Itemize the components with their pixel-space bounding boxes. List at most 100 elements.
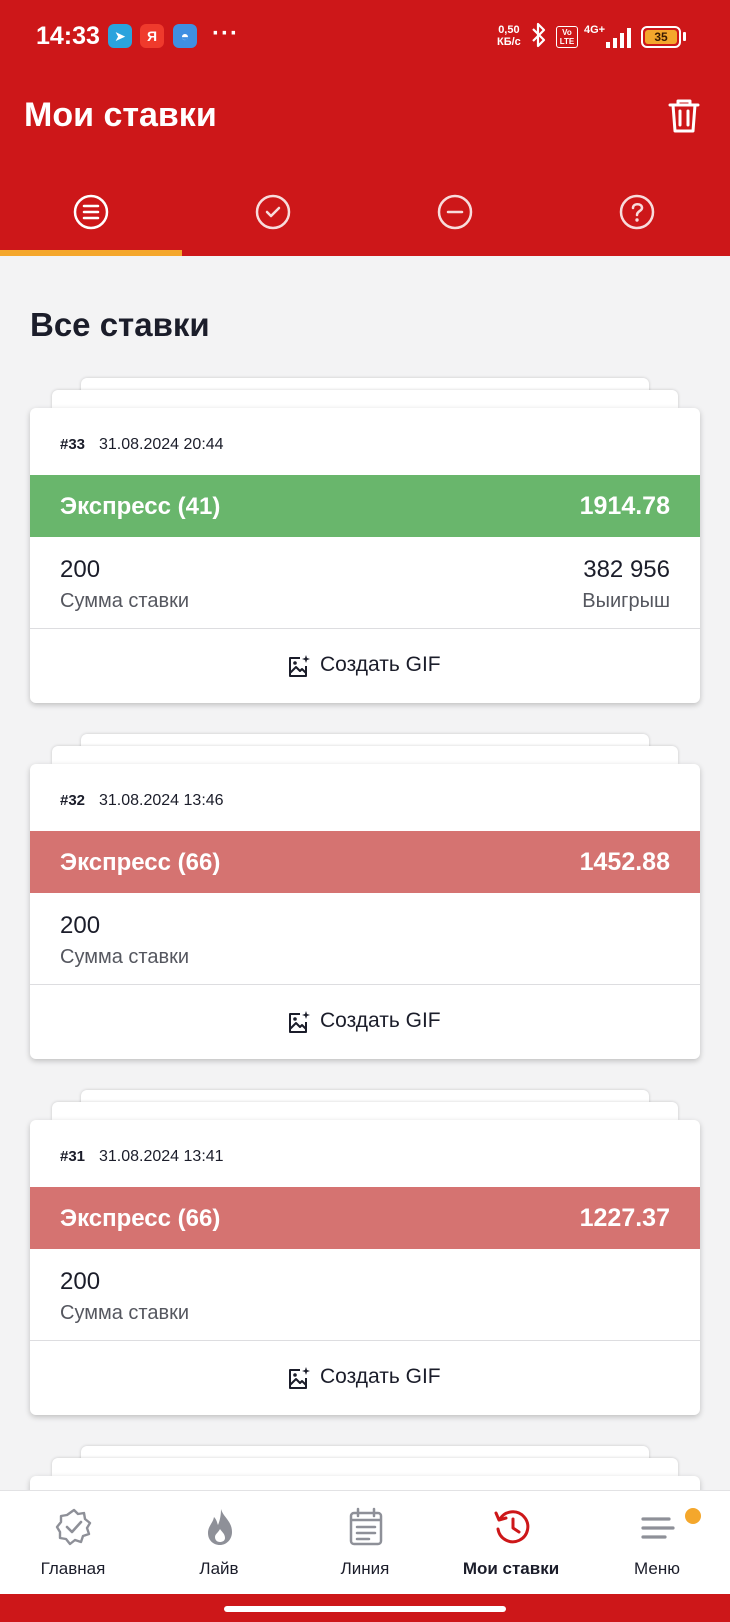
stake-value: 200 — [60, 1268, 101, 1295]
stake-value: 200 — [60, 556, 101, 583]
home-gesture-bar[interactable] — [224, 1606, 506, 1612]
minus-circle-icon — [437, 194, 473, 230]
status-time: 14:33 — [36, 22, 100, 50]
bet-result-band: Экспресс (66) 1452.88 — [30, 831, 700, 893]
flame-icon — [208, 1509, 232, 1545]
nav-label: Лайв — [199, 1559, 239, 1578]
bet-type: Экспресс (66) — [60, 1205, 221, 1232]
stake-label: Сумма ставки — [60, 946, 190, 968]
bet-type: Экспресс (66) — [60, 849, 221, 876]
bet-odds: 1452.88 — [579, 848, 670, 876]
bet-card-32: #32 31.08.2024 13:46 Экспресс (66) 1452.… — [30, 734, 700, 1064]
create-gif-label: Создать GIF — [320, 1365, 441, 1388]
yandex-icon: Я — [140, 24, 164, 48]
nav-menu[interactable]: Меню — [584, 1491, 730, 1595]
bet-type: Экспресс (41) — [60, 493, 221, 520]
bet-result-band: Экспресс (41) 1914.78 — [30, 475, 700, 537]
list-circle-icon — [73, 194, 109, 230]
bet-odds: 1914.78 — [579, 492, 670, 520]
app-header: 14:33 ➤ Я ◓ ··· 0,50 КБ/с Vo LTE 4G+ 35 … — [0, 0, 730, 256]
gif-sparkle-icon — [289, 1367, 310, 1389]
stake-label: Сумма ставки — [60, 590, 190, 612]
bet-card-partial — [30, 1446, 700, 1516]
browser-icon: ◓ — [173, 24, 197, 48]
bet-card[interactable]: #32 31.08.2024 13:46 Экспресс (66) 1452.… — [30, 764, 700, 1059]
card-stack-layer — [52, 390, 678, 408]
nav-label: Мои ставки — [462, 1559, 560, 1578]
network-type: 4G+ — [584, 24, 606, 36]
stake-label: Сумма ставки — [60, 1302, 190, 1324]
create-gif-button[interactable]: Создать GIF — [30, 985, 700, 1059]
bet-filter-tabs — [0, 185, 730, 256]
nav-my-bets[interactable]: Мои ставки — [438, 1491, 584, 1595]
bet-id: #32 — [60, 792, 86, 809]
telegram-icon: ➤ — [108, 24, 132, 48]
volte-icon: Vo LTE — [556, 26, 578, 48]
battery-level: 35 — [645, 30, 677, 44]
gif-sparkle-icon — [289, 1011, 310, 1033]
signal-icon — [606, 28, 631, 48]
menu-notification-badge — [685, 1508, 701, 1524]
bet-card[interactable]: #33 31.08.2024 20:44 Экспресс (41) 1914.… — [30, 408, 700, 703]
bet-date: 31.08.2024 13:46 — [99, 792, 224, 809]
more-notifications-icon: ··· — [212, 20, 239, 47]
card-stack-layer — [52, 1458, 678, 1476]
bet-card-header: #33 31.08.2024 20:44 — [30, 408, 700, 475]
check-circle-icon — [255, 194, 291, 230]
home-badge-icon — [55, 1508, 92, 1546]
create-gif-button[interactable]: Создать GIF — [30, 1341, 700, 1415]
calendar-icon — [349, 1507, 383, 1546]
battery-tip — [683, 32, 686, 41]
bet-card-33: #33 31.08.2024 20:44 Экспресс (41) 1914.… — [30, 378, 700, 708]
volte-bottom: LTE — [559, 37, 575, 46]
bet-date: 31.08.2024 20:44 — [99, 436, 224, 453]
bet-id: #31 — [60, 1148, 86, 1165]
net-speed-value: 0,50 — [498, 24, 520, 36]
trash-icon[interactable] — [664, 96, 704, 136]
bet-card-header: #31 31.08.2024 13:41 — [30, 1120, 700, 1187]
volte-top: Vo — [562, 28, 572, 37]
bet-result-band: Экспресс (66) 1227.37 — [30, 1187, 700, 1249]
page-title: Мои ставки — [24, 96, 217, 134]
card-stack-layer — [52, 1102, 678, 1120]
nav-live[interactable]: Лайв — [146, 1491, 292, 1595]
bet-card[interactable]: #31 31.08.2024 13:41 Экспресс (66) 1227.… — [30, 1120, 700, 1415]
bet-amounts: 200 Сумма ставки 382 956 Выигрыш — [30, 537, 700, 629]
bet-card-header: #32 31.08.2024 13:46 — [30, 764, 700, 831]
bet-date: 31.08.2024 13:41 — [99, 1148, 224, 1165]
bet-id: #33 — [60, 436, 86, 453]
section-title: Все ставки — [30, 306, 210, 343]
nav-label: Главная — [40, 1559, 106, 1578]
bottom-navigation: Главная Лайв Линия Мои ставки Меню — [0, 1490, 730, 1594]
tab-won-bets[interactable] — [182, 185, 364, 256]
bet-card-31: #31 31.08.2024 13:41 Экспресс (66) 1227.… — [30, 1090, 700, 1420]
payout-label: Выигрыш — [582, 590, 670, 612]
create-gif-label: Создать GIF — [320, 653, 441, 676]
active-tab-indicator — [0, 250, 182, 256]
tab-lost-bets[interactable] — [364, 185, 546, 256]
nav-home[interactable]: Главная — [0, 1491, 146, 1595]
create-gif-label: Создать GIF — [320, 1009, 441, 1032]
net-speed: 0,50 КБ/с — [497, 24, 521, 48]
bet-amounts: 200 Сумма ставки — [30, 893, 700, 985]
menu-icon — [641, 1517, 675, 1539]
battery-icon: 35 — [641, 26, 681, 48]
stake-value: 200 — [60, 912, 101, 939]
net-speed-unit: КБ/с — [497, 36, 521, 48]
nav-label: Меню — [634, 1559, 680, 1578]
status-bar: 14:33 ➤ Я ◓ ··· 0,50 КБ/с Vo LTE 4G+ 35 — [0, 0, 730, 74]
tab-pending-bets[interactable] — [546, 185, 728, 256]
nav-label: Линия — [340, 1559, 390, 1578]
card-stack-layer — [52, 746, 678, 764]
payout-value: 382 956 — [583, 556, 670, 583]
bet-amounts: 200 Сумма ставки — [30, 1249, 700, 1341]
bluetooth-icon — [530, 22, 548, 54]
system-gesture-area — [0, 1594, 730, 1622]
gif-sparkle-icon — [289, 655, 310, 677]
nav-line[interactable]: Линия — [292, 1491, 438, 1595]
question-circle-icon — [619, 194, 655, 230]
history-icon — [494, 1510, 530, 1544]
bet-odds: 1227.37 — [579, 1204, 670, 1232]
tab-all-bets[interactable] — [0, 185, 182, 256]
create-gif-button[interactable]: Создать GIF — [30, 629, 700, 703]
